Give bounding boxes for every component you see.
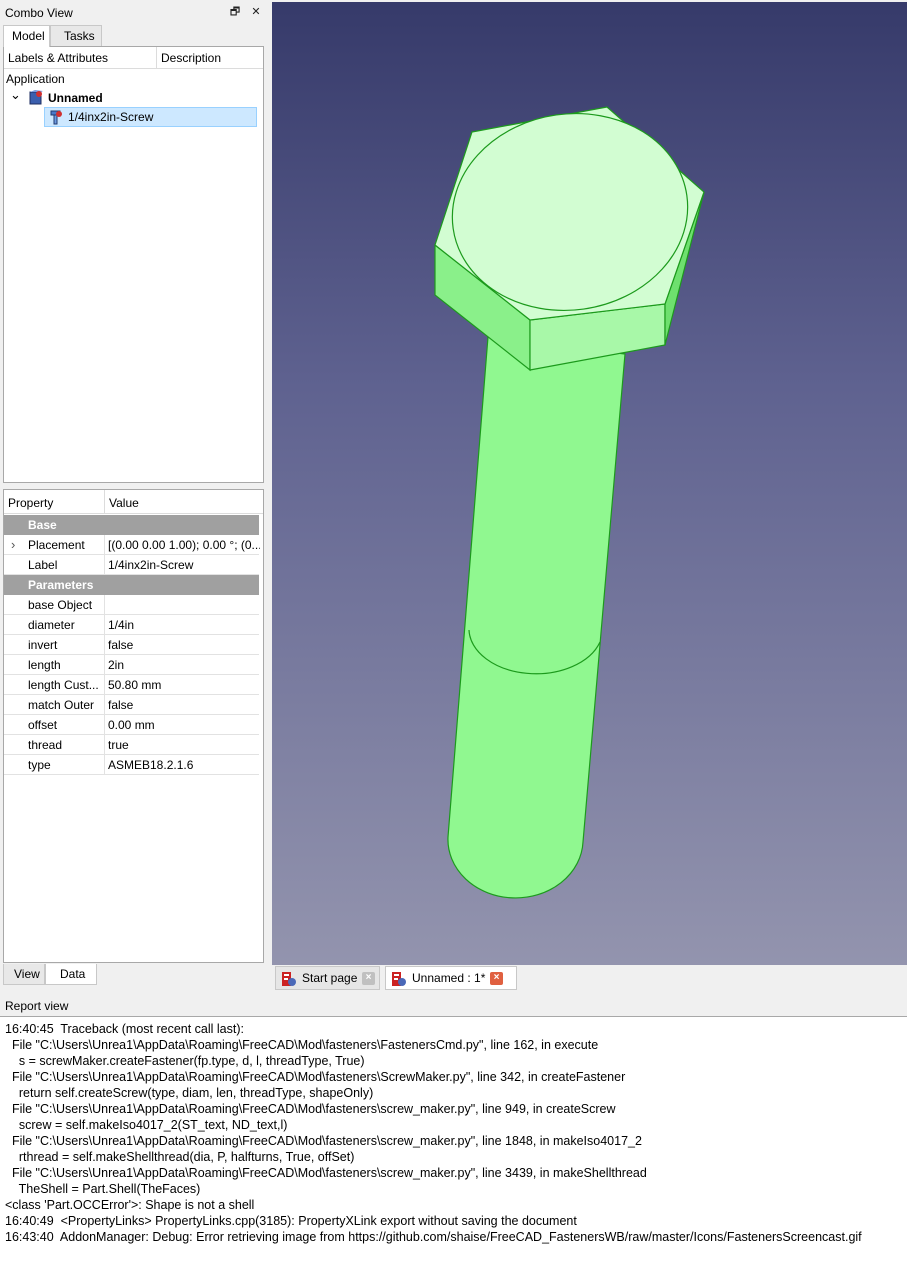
report-line: File "C:\Users\Unrea1\AppData\Roaming\Fr…	[5, 1038, 599, 1052]
prop-row-invert[interactable]: invert false	[4, 635, 259, 655]
screw-shank	[447, 336, 626, 899]
chevron-down-icon[interactable]: ⌄	[10, 85, 21, 105]
prop-col-divider	[104, 715, 105, 734]
report-view-title: Report view	[5, 999, 69, 1013]
prop-value[interactable]: 1/4inx2in-Screw	[108, 555, 260, 575]
prop-row-base-object[interactable]: base Object	[4, 595, 259, 615]
prop-col-divider	[104, 635, 105, 654]
prop-row-offset[interactable]: offset 0.00 mm	[4, 715, 259, 735]
prop-name: diameter	[28, 618, 75, 632]
tree-col-description[interactable]: Description	[157, 47, 257, 69]
prop-value[interactable]: ASMEB18.2.1.6	[108, 755, 260, 775]
freecad-logo-icon	[282, 972, 296, 986]
tree-document-label: Unnamed	[48, 91, 103, 105]
close-icon[interactable]: ×	[362, 972, 375, 985]
prop-row-type[interactable]: type ASMEB18.2.1.6	[4, 755, 259, 775]
report-line: File "C:\Users\Unrea1\AppData\Roaming\Fr…	[5, 1102, 616, 1116]
prop-col-divider	[104, 615, 105, 634]
report-line: s = screwMaker.createFastener(fp.type, d…	[5, 1054, 365, 1068]
prop-value[interactable]: false	[108, 635, 260, 655]
prop-group-parameters-label: Parameters	[28, 578, 94, 592]
prop-value[interactable]: 50.80 mm	[108, 675, 260, 695]
prop-name: invert	[28, 638, 58, 652]
3d-viewport[interactable]	[272, 2, 907, 965]
tree-object-label: 1/4inx2in-Screw	[68, 110, 154, 124]
prop-name: Placement	[28, 538, 85, 552]
tree-col-labels[interactable]: Labels & Attributes	[4, 47, 156, 69]
prop-group-base[interactable]: Base	[4, 515, 259, 535]
prop-row-diameter[interactable]: diameter 1/4in	[4, 615, 259, 635]
report-view[interactable]: 16:40:45 Traceback (most recent call las…	[0, 1016, 907, 1263]
tree-object-row[interactable]: 1/4inx2in-Screw	[44, 107, 257, 127]
report-line: File "C:\Users\Unrea1\AppData\Roaming\Fr…	[5, 1070, 626, 1084]
document-tabs: Start page × Unnamed : 1* ×	[272, 965, 907, 994]
tree-document-row[interactable]: ⌄ Unnamed	[8, 85, 258, 108]
prop-row-label[interactable]: Label 1/4inx2in-Screw	[4, 555, 259, 575]
prop-name: type	[28, 758, 51, 772]
close-icon[interactable]: ×	[490, 972, 503, 985]
prop-col-divider	[104, 555, 105, 574]
tab-model[interactable]: Model	[3, 25, 50, 47]
chevron-right-icon[interactable]: ›	[11, 535, 15, 555]
prop-col-divider	[104, 595, 105, 614]
float-panel-icon[interactable]: 🗗	[228, 5, 242, 19]
report-line: File "C:\Users\Unrea1\AppData\Roaming\Fr…	[5, 1134, 642, 1148]
prop-name: length Cust...	[28, 678, 99, 692]
tab-unnamed[interactable]: Unnamed : 1* ×	[385, 966, 517, 990]
tab-view[interactable]: View	[3, 964, 45, 985]
prop-name: match Outer	[28, 698, 95, 712]
prop-col-divider	[104, 735, 105, 754]
property-editor: Property Value Base › Placement [(0.00 0…	[3, 489, 264, 963]
prop-value[interactable]: 1/4in	[108, 615, 260, 635]
prop-value[interactable]: 2in	[108, 655, 260, 675]
prop-name: length	[28, 658, 61, 672]
report-line: rthread = self.makeShellthread(dia, P, h…	[5, 1150, 355, 1164]
prop-name: offset	[28, 718, 58, 732]
prop-row-length[interactable]: length 2in	[4, 655, 259, 675]
document-icon	[29, 90, 43, 105]
tab-start-page[interactable]: Start page ×	[275, 966, 380, 990]
prop-value[interactable]: 0.00 mm	[108, 715, 260, 735]
freecad-logo-icon	[392, 972, 406, 986]
screw-icon	[50, 110, 62, 125]
prop-col-divider	[104, 655, 105, 674]
prop-group-parameters[interactable]: Parameters	[4, 575, 259, 595]
prop-col-divider	[104, 755, 105, 774]
prop-value[interactable]: false	[108, 695, 260, 715]
report-line: return self.createScrew(type, diam, len,…	[5, 1086, 374, 1100]
report-line: 16:40:45 Traceback (most recent call las…	[5, 1022, 244, 1036]
prop-row-length-custom[interactable]: length Cust... 50.80 mm	[4, 675, 259, 695]
prop-value[interactable]: true	[108, 735, 260, 755]
prop-col-value[interactable]: Value	[105, 490, 255, 514]
prop-group-base-label: Base	[28, 518, 57, 532]
screw-model[interactable]	[272, 2, 907, 965]
tab-start-page-label: Start page	[302, 971, 358, 985]
report-line: TheShell = Part.Shell(TheFaces)	[5, 1182, 201, 1196]
prop-name: thread	[28, 738, 63, 752]
prop-col-divider	[104, 675, 105, 694]
report-line: 16:43:40 AddonManager: Debug: Error retr…	[5, 1230, 862, 1244]
model-tree: Labels & Attributes Description Applicat…	[3, 46, 264, 483]
prop-col-property[interactable]: Property	[4, 490, 104, 514]
tree-header: Labels & Attributes Description	[4, 47, 263, 69]
prop-row-thread[interactable]: thread true	[4, 735, 259, 755]
prop-name: Label	[28, 558, 58, 572]
prop-value[interactable]: [(0.00 0.00 1.00); 0.00 °; (0....	[108, 535, 260, 555]
report-line: <class 'Part.OCCError'>: Shape is not a …	[5, 1198, 255, 1212]
close-panel-icon[interactable]: ✕	[249, 5, 263, 19]
tab-tasks[interactable]: Tasks	[50, 25, 102, 46]
prop-row-placement[interactable]: › Placement [(0.00 0.00 1.00); 0.00 °; (…	[4, 535, 260, 555]
prop-name: base Object	[28, 598, 93, 612]
combo-view-panel: Combo View 🗗 ✕ Model Tasks Labels & Attr…	[0, 0, 270, 994]
prop-row-match-outer[interactable]: match Outer false	[4, 695, 259, 715]
tab-unnamed-label: Unnamed : 1*	[412, 971, 486, 985]
freecad-window: Combo View 🗗 ✕ Model Tasks Labels & Attr…	[0, 0, 907, 1263]
report-line: File "C:\Users\Unrea1\AppData\Roaming\Fr…	[5, 1166, 647, 1180]
property-header: Property Value	[4, 490, 263, 514]
prop-col-divider	[104, 535, 105, 554]
tab-data[interactable]: Data	[45, 964, 97, 985]
report-line: 16:40:49 <PropertyLinks> PropertyLinks.c…	[5, 1214, 577, 1228]
report-line: screw = self.makeIso4017_2(ST_text, ND_t…	[5, 1118, 288, 1132]
prop-col-divider	[104, 695, 105, 714]
